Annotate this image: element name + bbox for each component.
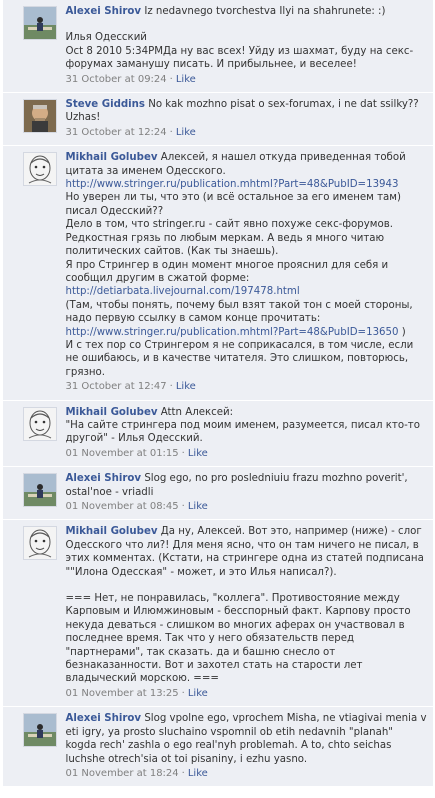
avatar[interactable] (22, 99, 57, 134)
comment-meta: 31 October at 12:24 · Like (66, 126, 427, 139)
comment-meta: 01 November at 13:25 · Like (66, 687, 427, 700)
comment-timestamp[interactable]: 31 October at 12:47 (66, 381, 167, 392)
like-link[interactable]: Like (176, 74, 196, 85)
comment-text: Attn Алексей: (160, 406, 234, 418)
comment-text: И с тех пор со Стрингером я не соприкаса… (65, 339, 414, 378)
comment-timestamp[interactable]: 01 November at 01:15 (66, 448, 179, 459)
comment-body: Alexei Shirov Slog ego, no pro posledniu… (66, 472, 427, 499)
url-link[interactable]: http://www.stringer.ru/publication.mhtml… (66, 327, 399, 338)
comment-timestamp[interactable]: 01 November at 13:25 (66, 688, 179, 699)
separator-dot: · (169, 73, 173, 85)
comment-link-line: http://www.stringer.ru/publication.mhtml… (66, 178, 427, 191)
like-link[interactable]: Like (188, 768, 208, 779)
comment-item: Alexei Shirov Slog ego, no pro posledniu… (2, 467, 433, 521)
comment-author-link[interactable]: Alexei Shirov (66, 713, 142, 724)
comment-author-link[interactable]: Alexei Shirov (66, 6, 142, 17)
like-link[interactable]: Like (188, 448, 208, 459)
comment-timestamp[interactable]: 31 October at 09:24 (66, 74, 167, 85)
comment-timestamp[interactable]: 31 October at 12:24 (66, 127, 167, 138)
separator-dot: · (169, 126, 173, 138)
comment-author-link[interactable]: Mikhail Golubev (66, 152, 158, 163)
comment-meta: 01 November at 01:15 · Like (66, 447, 427, 460)
comment-text: Iz nedavnego tvorchestva Ilyi na shahrun… (144, 6, 386, 17)
like-link[interactable]: Like (188, 688, 208, 699)
avatar[interactable] (22, 526, 57, 561)
comment-feed: Alexei Shirov Iz nedavnego tvorchestva I… (2, 0, 433, 788)
comment-author-link[interactable]: Mikhail Golubev (66, 407, 158, 418)
comment-body: Mikhail Golubev Attn Алексей: "На сайте с… (66, 406, 427, 446)
comment-item: Alexei Shirov Slog vpolne ego, vprochem … (2, 707, 433, 788)
comment-author-link[interactable]: Alexei Shirov (66, 473, 142, 484)
comment-timestamp[interactable]: 01 November at 18:24 (66, 768, 179, 779)
link-suffix: ) (398, 326, 406, 338)
avatar[interactable] (22, 473, 57, 508)
comment-item: Alexei Shirov Iz nedavnego tvorchestva I… (2, 0, 433, 94)
comment-body: Alexei Shirov Slog vpolne ego, vprochem … (66, 712, 427, 766)
comment-item: Steve Giddins No kak mozhno pisat o sex-… (2, 93, 433, 147)
comment-text: Дело в том, что stringer.ru - сайт явно … (65, 219, 393, 258)
comment-author-link[interactable]: Steve Giddins (66, 99, 145, 110)
comment-body: Alexei Shirov Iz nedavnego tvorchestva I… (66, 5, 427, 72)
comment-text: === Нет, не понравилась, "коллега". Прот… (65, 593, 411, 685)
like-link[interactable]: Like (188, 501, 208, 512)
comment-item: Mikhail Golubev Attn Алексей: "На сайте с… (2, 400, 433, 468)
comment-text: "На сайте стрингера под моим именем, раз… (65, 419, 420, 445)
separator-dot: · (181, 501, 185, 512)
comment-body: Mikhail Golubev Алексей, я нашел откуда … (66, 151, 427, 379)
separator-dot: · (181, 687, 185, 699)
separator-dot: · (181, 767, 185, 779)
avatar[interactable] (22, 713, 57, 748)
comment-text: Oct 8 2010 5:34PMДа ну вас всех! Уйду из… (65, 45, 414, 71)
separator-dot: · (181, 447, 185, 459)
comment-item: Mikhail Golubev Алексей, я нашел откуда … (2, 146, 433, 401)
comment-text: Но уверен ли ты, что это (и всё остально… (65, 192, 401, 217)
comment-timestamp[interactable]: 01 November at 08:45 (66, 501, 179, 512)
comment-body: Mikhail Golubev Да ну, Алексей. Вот это,… (66, 525, 427, 685)
url-link[interactable]: http://detiarbata.livejournal.com/197478… (66, 286, 300, 297)
comment-item: Mikhail Golubev Да ну, Алексей. Вот это,… (2, 520, 433, 708)
avatar[interactable] (22, 6, 57, 40)
comment-text: Илья Одесский (65, 32, 147, 44)
comment-meta: 31 October at 12:47 · Like (66, 380, 427, 393)
like-link[interactable]: Like (176, 381, 196, 392)
like-link[interactable]: Like (176, 127, 196, 138)
avatar[interactable] (22, 406, 57, 441)
comment-link-line: http://detiarbata.livejournal.com/197478… (66, 285, 427, 298)
comment-body: Steve Giddins No kak mozhno pisat o sex-… (66, 98, 427, 125)
comment-link-line: http://www.stringer.ru/publication.mhtml… (66, 326, 427, 339)
comment-meta: 31 October at 09:24 · Like (66, 73, 427, 86)
comment-text: Я про Стрингер в один момент многое проя… (65, 259, 389, 284)
url-link[interactable]: http://www.stringer.ru/publication.mhtml… (66, 179, 399, 190)
comment-meta: 01 November at 08:45 · Like (66, 500, 427, 513)
avatar[interactable] (22, 152, 57, 187)
comment-author-link[interactable]: Mikhail Golubev (66, 526, 158, 537)
separator-dot: · (169, 381, 173, 393)
comment-meta: 01 November at 18:24 · Like (66, 767, 427, 780)
comment-text: (Там, чтобы понять, почему был взят тако… (65, 299, 413, 325)
